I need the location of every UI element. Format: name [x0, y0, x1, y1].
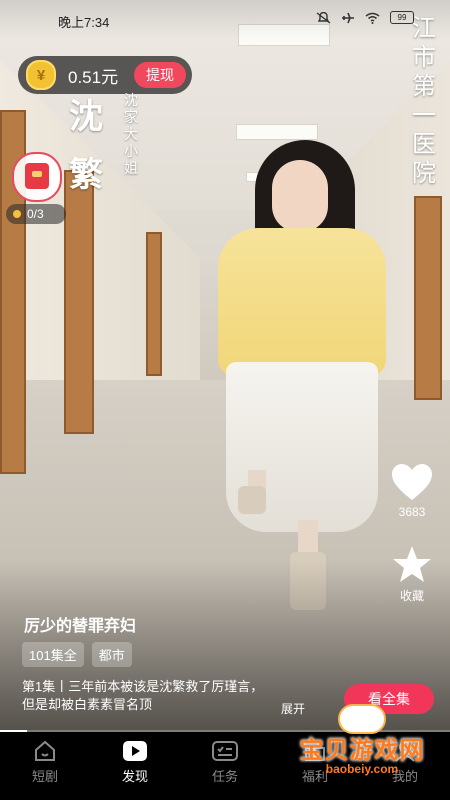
- tab-label: 短剧: [31, 769, 58, 784]
- drama-title[interactable]: 厉少的替罪弃妇: [24, 612, 136, 636]
- tag-episodes[interactable]: 101集全: [22, 642, 84, 667]
- favorite-button[interactable]: 收藏: [386, 544, 438, 604]
- status-time: 晚上7:34: [58, 15, 110, 30]
- figure-boot: [238, 486, 266, 514]
- character-role-char: 大: [124, 126, 138, 142]
- play-icon: [123, 741, 147, 761]
- red-envelope-button[interactable]: [12, 152, 62, 202]
- figure-face: [272, 160, 328, 232]
- location-char: 江: [412, 15, 436, 42]
- task-progress: 0/3: [6, 204, 66, 224]
- location-char: 院: [412, 160, 436, 187]
- location-char: 一: [412, 102, 436, 129]
- character-role-char: 家: [124, 109, 138, 125]
- door: [146, 232, 162, 376]
- tab-short-drama[interactable]: 短剧: [0, 732, 90, 800]
- tag-genre[interactable]: 都市: [91, 642, 132, 667]
- character-name: 沈 繁: [64, 88, 108, 204]
- heart-icon: [392, 464, 432, 500]
- reward-amount: 0.51元: [68, 67, 119, 87]
- character-role-char: 姐: [124, 160, 138, 176]
- watermark-url: baobeiy.com: [325, 762, 399, 776]
- tab-tasks[interactable]: 任务: [180, 732, 270, 800]
- coin-icon: ¥: [26, 60, 56, 90]
- favorite-label: 收藏: [399, 589, 424, 603]
- location-caption: 江 市 第 一 医 院: [410, 14, 438, 188]
- watermark: 宝贝游戏网 baobeiy.com: [282, 704, 442, 790]
- task-icon: [212, 741, 238, 761]
- mute-bell-icon: [316, 11, 331, 24]
- character-role-char: 小: [124, 143, 138, 159]
- tab-discover[interactable]: 发现: [90, 732, 180, 800]
- drama-description: 第1集丨三年前本被该是沈繁救了厉瑾言，但是却被白素素冒名顶: [22, 679, 264, 712]
- location-char: 市: [412, 44, 436, 71]
- task-progress-text: 0/3: [27, 207, 44, 221]
- figure-jacket: [218, 228, 386, 376]
- status-bar: 晚上7:34 99: [0, 0, 450, 40]
- withdraw-button[interactable]: 提现: [134, 62, 186, 88]
- watermark-text: 宝贝游戏网: [299, 737, 425, 764]
- drama-tags: 101集全 都市: [22, 642, 132, 667]
- red-envelope-icon: [25, 163, 49, 189]
- like-count: 3683: [398, 505, 426, 519]
- door: [64, 170, 94, 434]
- character-name-char: 繁: [69, 156, 103, 194]
- location-char: 医: [412, 131, 436, 158]
- character-role: 沈 家 大 小 姐: [122, 92, 140, 177]
- airplane-icon: [342, 12, 354, 23]
- location-char: 第: [412, 73, 436, 100]
- like-button[interactable]: 3683: [386, 462, 438, 519]
- wifi-icon: [365, 12, 380, 24]
- tab-label: 任务: [211, 769, 238, 784]
- status-icons: 99: [316, 11, 414, 24]
- character-name-char: 沈: [69, 98, 103, 136]
- tab-label: 发现: [121, 769, 148, 784]
- coin-dot-icon: [13, 210, 21, 218]
- ceiling-light: [236, 124, 318, 140]
- house-icon: [35, 740, 55, 761]
- character-role-char: 沈: [124, 92, 138, 108]
- door: [414, 196, 442, 400]
- star-icon: [393, 546, 431, 582]
